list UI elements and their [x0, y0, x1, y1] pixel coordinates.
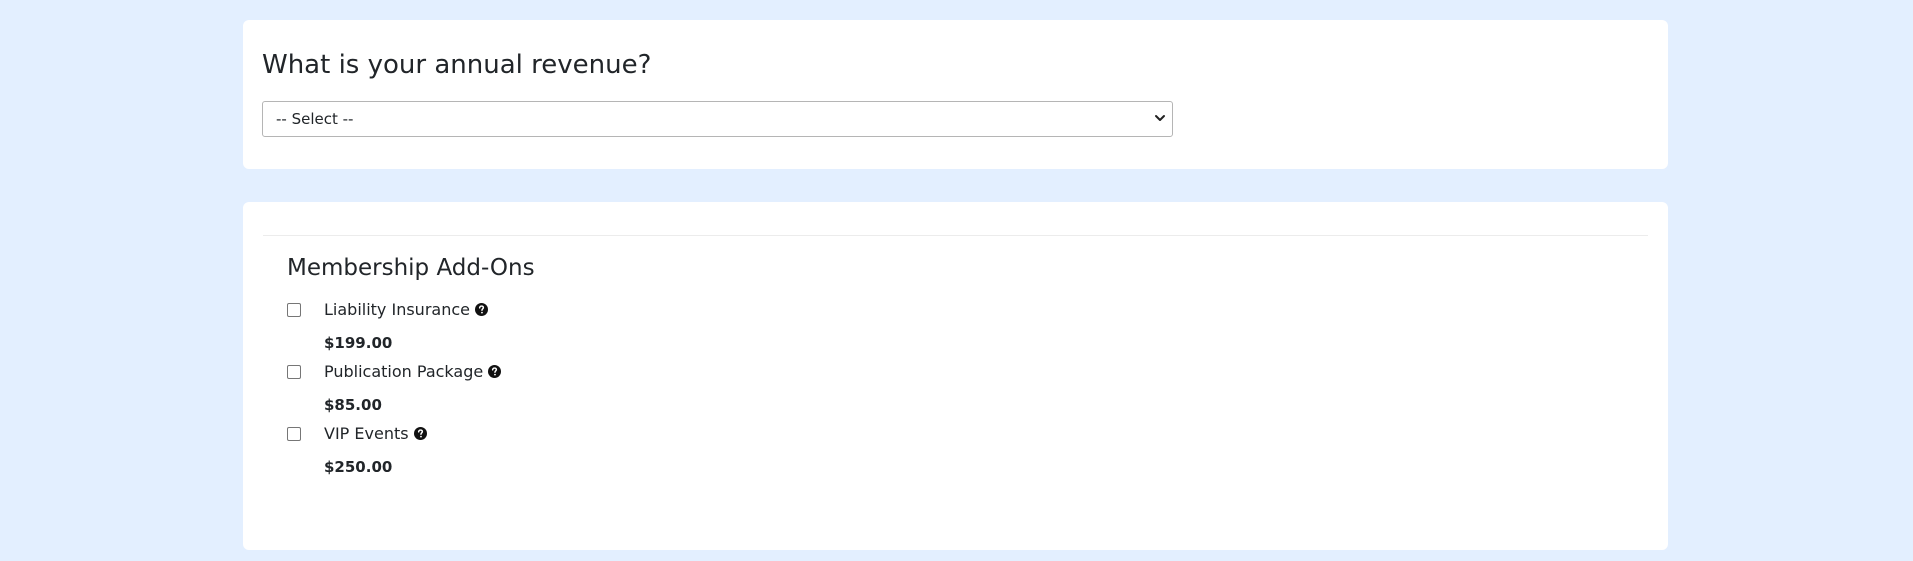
- addon-item-vip-events: VIP Events $250.00: [287, 424, 687, 484]
- revenue-select[interactable]: -- Select --: [262, 101, 1173, 137]
- revenue-card: What is your annual revenue? -- Select -…: [243, 20, 1668, 169]
- addon-label: Publication Package: [324, 362, 502, 381]
- addon-label-text: Liability Insurance: [324, 300, 470, 319]
- addon-label-text: VIP Events: [324, 424, 409, 443]
- addon-label: Liability Insurance: [324, 300, 488, 319]
- divider: [263, 235, 1648, 236]
- addon-label: VIP Events: [324, 424, 427, 443]
- addon-price: $85.00: [324, 396, 382, 414]
- addon-price: $250.00: [324, 458, 393, 476]
- question-circle-icon[interactable]: [413, 427, 427, 440]
- addon-checkbox-publication-package[interactable]: [287, 365, 301, 379]
- revenue-question: What is your annual revenue?: [262, 50, 652, 80]
- addons-title: Membership Add-Ons: [287, 255, 535, 281]
- addon-price: $199.00: [324, 334, 393, 352]
- addon-checkbox-liability-insurance[interactable]: [287, 303, 301, 317]
- addons-card: Membership Add-Ons Liability Insurance $…: [243, 202, 1668, 550]
- question-circle-icon[interactable]: [488, 365, 502, 378]
- revenue-select-value: -- Select --: [276, 110, 354, 128]
- chevron-down-icon: [1155, 115, 1165, 121]
- addon-item-liability-insurance: Liability Insurance $199.00: [287, 300, 687, 360]
- addon-checkbox-vip-events[interactable]: [287, 427, 301, 441]
- addon-label-text: Publication Package: [324, 362, 484, 381]
- question-circle-icon[interactable]: [474, 303, 488, 316]
- addon-item-publication-package: Publication Package $85.00: [287, 362, 687, 422]
